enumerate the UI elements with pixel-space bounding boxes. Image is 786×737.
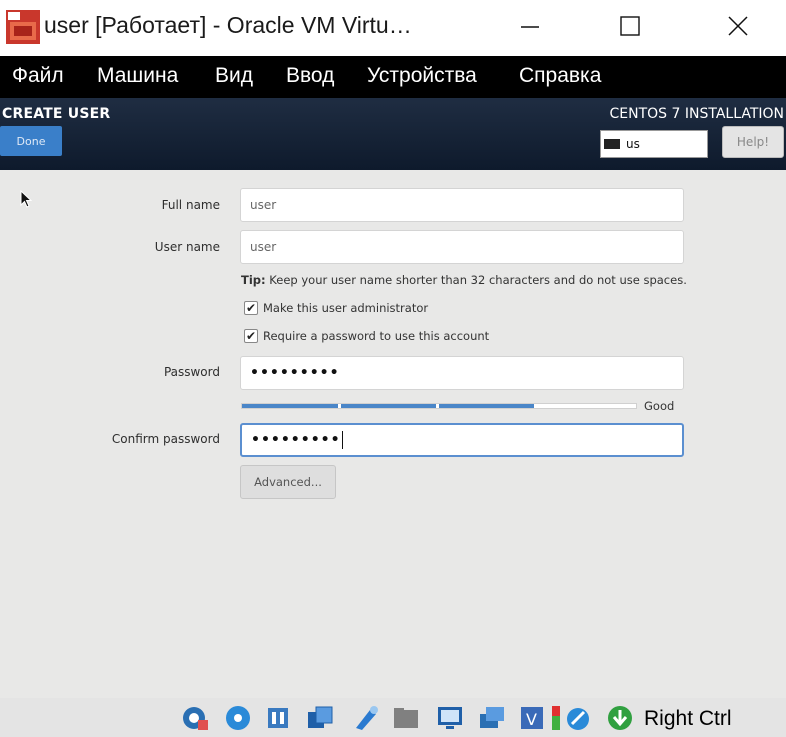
- mouse-pointer-icon: [20, 190, 33, 208]
- menu-bar: Файл Машина Вид Ввод Устройства Справка: [0, 56, 786, 98]
- close-button[interactable]: [708, 0, 768, 52]
- text-cursor: [341, 431, 343, 449]
- host-key-label: Right Ctrl: [644, 707, 732, 730]
- recording-icon[interactable]: [478, 704, 506, 732]
- password-strength-label: Good: [644, 399, 675, 413]
- password-strength-fill: [242, 404, 537, 408]
- confirm-password-value: •••••••••: [251, 432, 341, 448]
- confirm-password-label: Confirm password: [111, 432, 220, 446]
- done-button[interactable]: Done: [0, 126, 62, 156]
- strength-segment: [341, 404, 436, 408]
- keyboard-layout-indicator[interactable]: us: [600, 130, 708, 158]
- host-key-icon[interactable]: [606, 704, 634, 732]
- minimize-button[interactable]: [500, 0, 560, 52]
- require-password-checkbox[interactable]: ✔: [244, 329, 258, 343]
- window-title: user [Работает] - Oracle VM Virtu…: [44, 12, 412, 38]
- confirm-password-input[interactable]: •••••••••: [240, 423, 684, 457]
- minimize-icon: [521, 26, 539, 28]
- audio-icon[interactable]: [264, 704, 292, 732]
- mouse-integration-icon[interactable]: [564, 704, 592, 732]
- optical-drive-icon[interactable]: [224, 704, 252, 732]
- menu-help[interactable]: Справка: [519, 64, 601, 88]
- username-input[interactable]: user: [240, 230, 684, 264]
- maximize-button[interactable]: [600, 0, 660, 52]
- admin-checkbox[interactable]: ✔: [244, 301, 258, 315]
- keyboard-layout-label: us: [626, 137, 640, 151]
- require-password-label: Require a password to use this account: [263, 329, 490, 343]
- menu-input[interactable]: Ввод: [286, 64, 334, 88]
- maximize-icon: [620, 16, 640, 36]
- password-input[interactable]: •••••••••: [240, 356, 684, 390]
- username-tip: Tip: Keep your user name shorter than 32…: [241, 273, 687, 287]
- usb-icon[interactable]: [352, 704, 380, 732]
- fullname-input[interactable]: user: [240, 188, 684, 222]
- tip-prefix: Tip:: [241, 273, 266, 287]
- username-value: user: [250, 240, 277, 254]
- strength-segment: [242, 404, 338, 408]
- strength-segment: [439, 404, 534, 408]
- title-bar: user [Работает] - Oracle VM Virtu…: [0, 0, 786, 56]
- menu-view[interactable]: Вид: [215, 64, 253, 88]
- fullname-label: Full name: [161, 198, 220, 212]
- menu-file[interactable]: Файл: [12, 64, 64, 88]
- shared-folder-icon[interactable]: [392, 704, 420, 732]
- require-password-checkbox-row[interactable]: ✔ Require a password to use this account: [244, 329, 489, 343]
- password-value: •••••••••: [250, 365, 340, 381]
- admin-checkbox-label: Make this user administrator: [263, 301, 429, 315]
- menu-machine[interactable]: Машина: [97, 64, 178, 88]
- installation-title: CENTOS 7 INSTALLATION: [609, 106, 784, 122]
- password-label: Password: [163, 365, 220, 379]
- help-button[interactable]: Help!: [722, 126, 784, 158]
- advanced-button[interactable]: Advanced...: [240, 465, 336, 499]
- hard-disk-icon[interactable]: [182, 704, 210, 732]
- menu-devices[interactable]: Устройства: [367, 64, 477, 88]
- page-title: CREATE USER: [2, 106, 111, 122]
- password-strength-bar: [241, 403, 637, 409]
- admin-checkbox-row[interactable]: ✔ Make this user administrator: [244, 301, 428, 315]
- network-icon[interactable]: [306, 704, 334, 732]
- keyboard-icon: [604, 139, 620, 149]
- tip-text: Keep your user name shorter than 32 char…: [265, 273, 687, 287]
- svg-text:V: V: [526, 710, 537, 729]
- username-label: User name: [154, 240, 220, 254]
- fullname-value: user: [250, 198, 277, 212]
- close-icon: [728, 16, 748, 36]
- virtualbox-icon: [6, 10, 40, 44]
- display-icon[interactable]: [436, 704, 464, 732]
